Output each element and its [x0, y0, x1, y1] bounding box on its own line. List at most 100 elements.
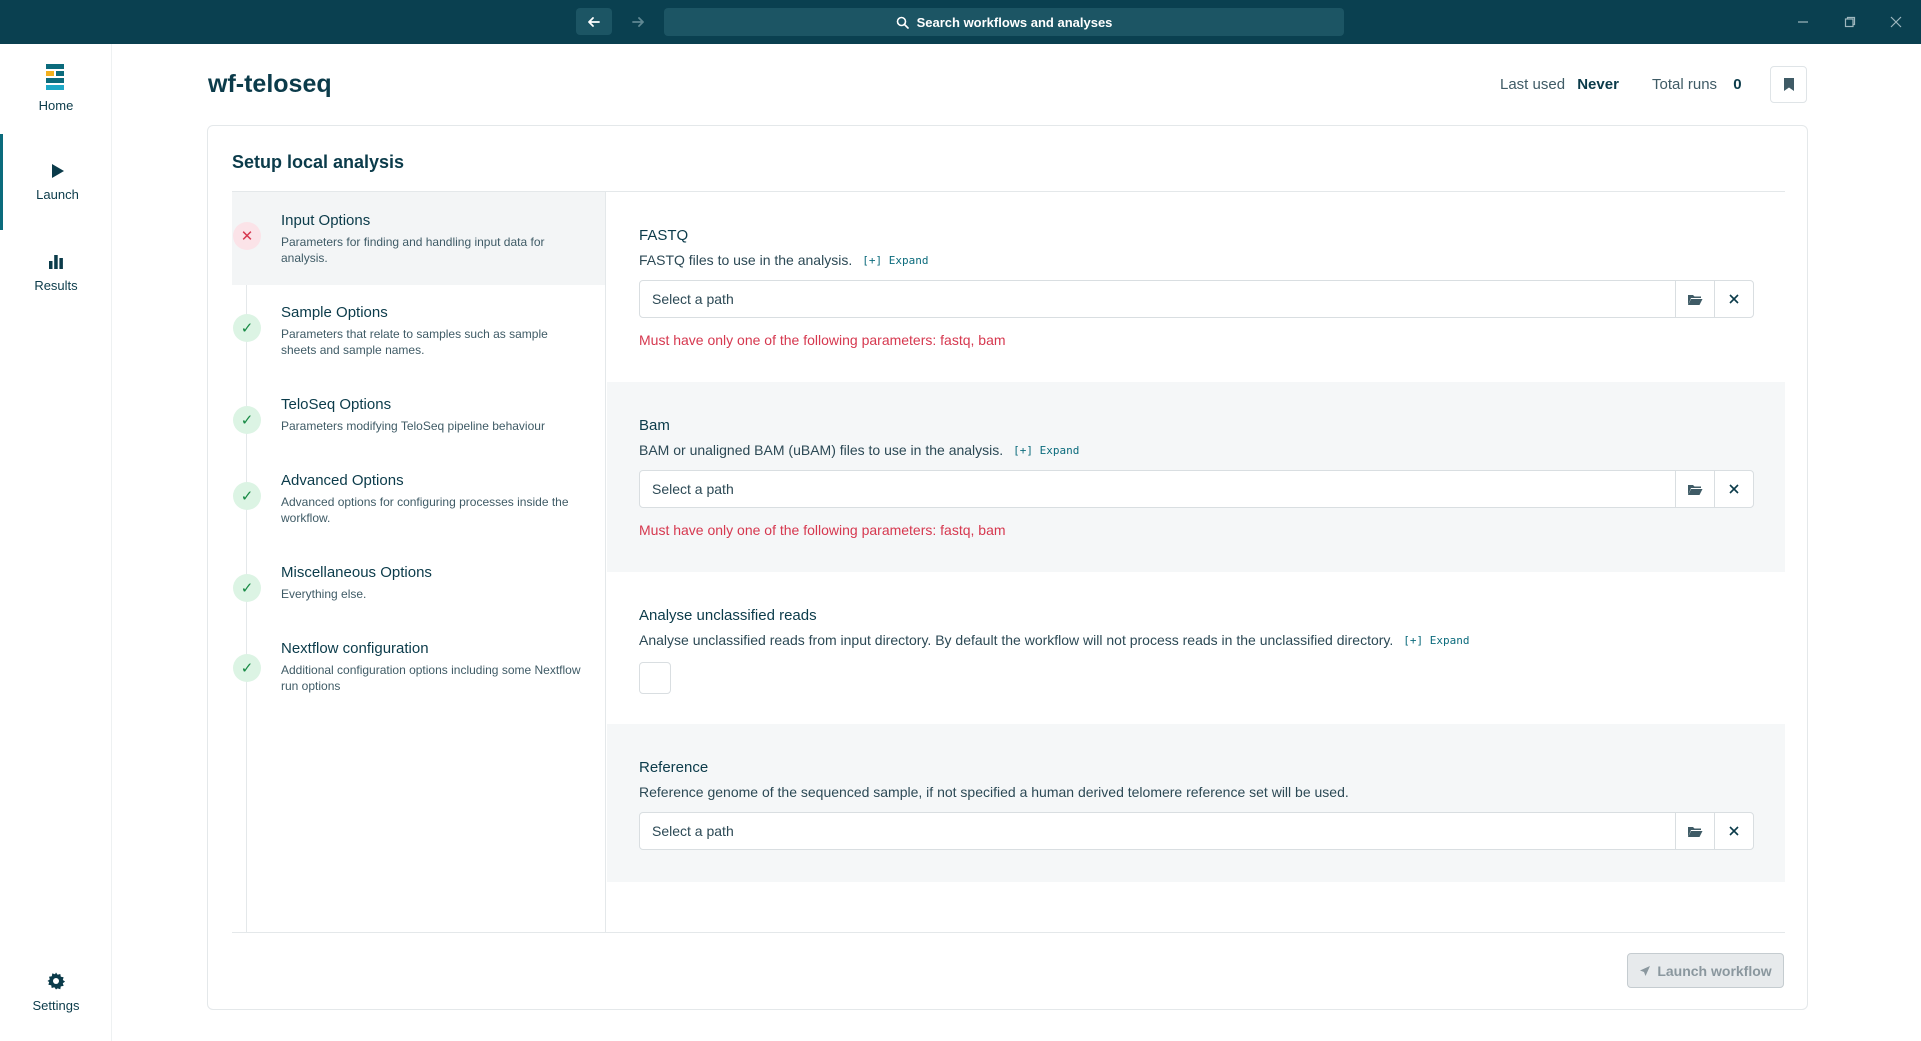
step-title: Sample Options [281, 304, 388, 321]
expand-link[interactable]: [+] Expand [862, 254, 928, 267]
page-title: wf-teloseq [208, 70, 332, 98]
sidebar-item-label: Home [38, 98, 74, 113]
clear-button[interactable] [1714, 280, 1754, 318]
clear-button[interactable] [1714, 812, 1754, 850]
browse-button[interactable] [1675, 280, 1715, 318]
bookmark-button[interactable] [1770, 66, 1807, 103]
last-used-label: Last used [1500, 76, 1566, 93]
folder-icon [1688, 484, 1703, 495]
bam-path-input[interactable]: Select a path [639, 470, 1676, 508]
sidebar-item-launch[interactable]: Launch [0, 134, 112, 230]
check-icon: ✓ [233, 654, 261, 682]
bar-chart-icon [49, 255, 63, 269]
field-desc: FASTQ files to use in the analysis. [+] … [639, 252, 1753, 268]
fastq-path-input[interactable]: Select a path [639, 280, 1676, 318]
total-runs-value: 0 [1733, 76, 1742, 93]
scrollbar[interactable] [1911, 44, 1921, 1041]
bam-section: Bam BAM or unaligned BAM (uBAM) files to… [607, 382, 1785, 572]
error-x-icon: ✕ [233, 222, 261, 250]
check-icon: ✓ [233, 314, 261, 342]
clear-button[interactable] [1714, 470, 1754, 508]
field-desc-text: Reference genome of the sequenced sample… [639, 784, 1349, 800]
step-desc: Advanced options for configuring process… [281, 495, 569, 525]
field-label: FASTQ [639, 227, 689, 244]
fastq-section: FASTQ FASTQ files to use in the analysis… [607, 192, 1785, 382]
sidebar-item-home[interactable]: Home [0, 64, 112, 113]
step-title: Nextflow configuration [281, 640, 429, 657]
field-label: Analyse unclassified reads [639, 607, 817, 624]
home-logo-icon [46, 64, 64, 90]
total-runs-label: Total runs [1652, 76, 1718, 93]
field-label: Reference [639, 759, 709, 776]
launch-workflow-button[interactable]: Launch workflow [1627, 953, 1784, 988]
back-button[interactable] [576, 8, 612, 35]
card-title: Setup local analysis [232, 152, 405, 172]
field-desc: Reference genome of the sequenced sample… [639, 784, 1753, 800]
sidebar: Home Launch Results Settings [0, 44, 112, 1041]
sidebar-item-label: Results [34, 278, 78, 293]
setup-card: Setup local analysis ✕ Input Options Par… [207, 125, 1808, 1010]
reference-path-input[interactable]: Select a path [639, 812, 1676, 850]
steps-list: ✕ Input Options Parameters for finding a… [232, 192, 606, 932]
bam-path-row: Select a path [639, 470, 1754, 508]
total-runs-meta: Total runs 0 [1652, 76, 1742, 93]
last-used-meta: Last used Never [1500, 76, 1619, 93]
step-title: Miscellaneous Options [281, 564, 432, 581]
launch-label: Launch workflow [1657, 962, 1772, 979]
minimize-button[interactable] [1793, 12, 1813, 32]
sidebar-item-label: Settings [32, 998, 80, 1013]
step-desc: Parameters for finding and handling inpu… [281, 235, 545, 265]
sidebar-item-results[interactable]: Results [0, 254, 112, 293]
check-icon: ✓ [233, 406, 261, 434]
step-title: Advanced Options [281, 472, 404, 489]
analyse-unclassified-checkbox[interactable] [639, 662, 671, 694]
check-icon: ✓ [233, 482, 261, 510]
back-arrow-icon [588, 16, 600, 27]
step-input-options[interactable]: ✕ Input Options Parameters for finding a… [232, 192, 605, 285]
folder-icon [1688, 826, 1703, 837]
gear-icon [47, 972, 65, 990]
forward-button[interactable] [620, 8, 656, 35]
close-window-button[interactable] [1886, 12, 1906, 32]
folder-icon [1688, 294, 1703, 305]
validation-error: Must have only one of the following para… [639, 522, 1006, 538]
step-miscellaneous-options[interactable]: ✓ Miscellaneous Options Everything else. [232, 544, 605, 620]
step-desc: Additional configuration options includi… [281, 663, 581, 693]
step-desc: Parameters modifying TeloSeq pipeline be… [281, 419, 545, 433]
step-advanced-options[interactable]: ✓ Advanced Options Advanced options for … [232, 452, 605, 544]
reference-section: Reference Reference genome of the sequen… [607, 724, 1785, 882]
step-desc: Everything else. [281, 587, 367, 601]
browse-button[interactable] [1675, 812, 1715, 850]
bookmark-icon [1783, 78, 1794, 91]
step-sample-options[interactable]: ✓ Sample Options Parameters that relate … [232, 284, 605, 376]
step-title: TeloSeq Options [281, 396, 392, 413]
expand-link[interactable]: [+] Expand [1013, 444, 1079, 457]
sidebar-item-settings[interactable]: Settings [0, 972, 112, 1013]
step-teloseq-options[interactable]: ✓ TeloSeq Options Parameters modifying T… [232, 376, 605, 452]
check-icon: ✓ [233, 574, 261, 602]
browse-button[interactable] [1675, 470, 1715, 508]
minimize-icon [1798, 21, 1808, 23]
reference-path-row: Select a path [639, 812, 1754, 850]
sidebar-item-label: Launch [36, 186, 79, 202]
step-desc: Parameters that relate to samples such a… [281, 327, 548, 357]
clear-icon [1729, 294, 1739, 304]
close-icon [1890, 16, 1902, 28]
field-desc: BAM or unaligned BAM (uBAM) files to use… [639, 442, 1753, 458]
clear-icon [1729, 826, 1739, 836]
search-placeholder: Search workflows and analyses [916, 14, 1113, 30]
search-bar[interactable]: Search workflows and analyses [664, 8, 1344, 36]
field-desc-text: BAM or unaligned BAM (uBAM) files to use… [639, 442, 1004, 458]
unclassified-section: Analyse unclassified reads Analyse uncla… [607, 572, 1785, 724]
field-label: Bam [639, 417, 670, 434]
step-nextflow-configuration[interactable]: ✓ Nextflow configuration Additional conf… [232, 620, 605, 712]
expand-link[interactable]: [+] Expand [1403, 634, 1469, 647]
validation-error: Must have only one of the following para… [639, 332, 1006, 348]
maximize-button[interactable] [1840, 12, 1860, 32]
title-bar: Search workflows and analyses [0, 0, 1921, 44]
field-desc: Analyse unclassified reads from input di… [639, 632, 1753, 648]
clear-icon [1729, 484, 1739, 494]
maximize-icon [1844, 16, 1856, 28]
rocket-icon [1640, 965, 1651, 976]
divider [232, 932, 1785, 933]
